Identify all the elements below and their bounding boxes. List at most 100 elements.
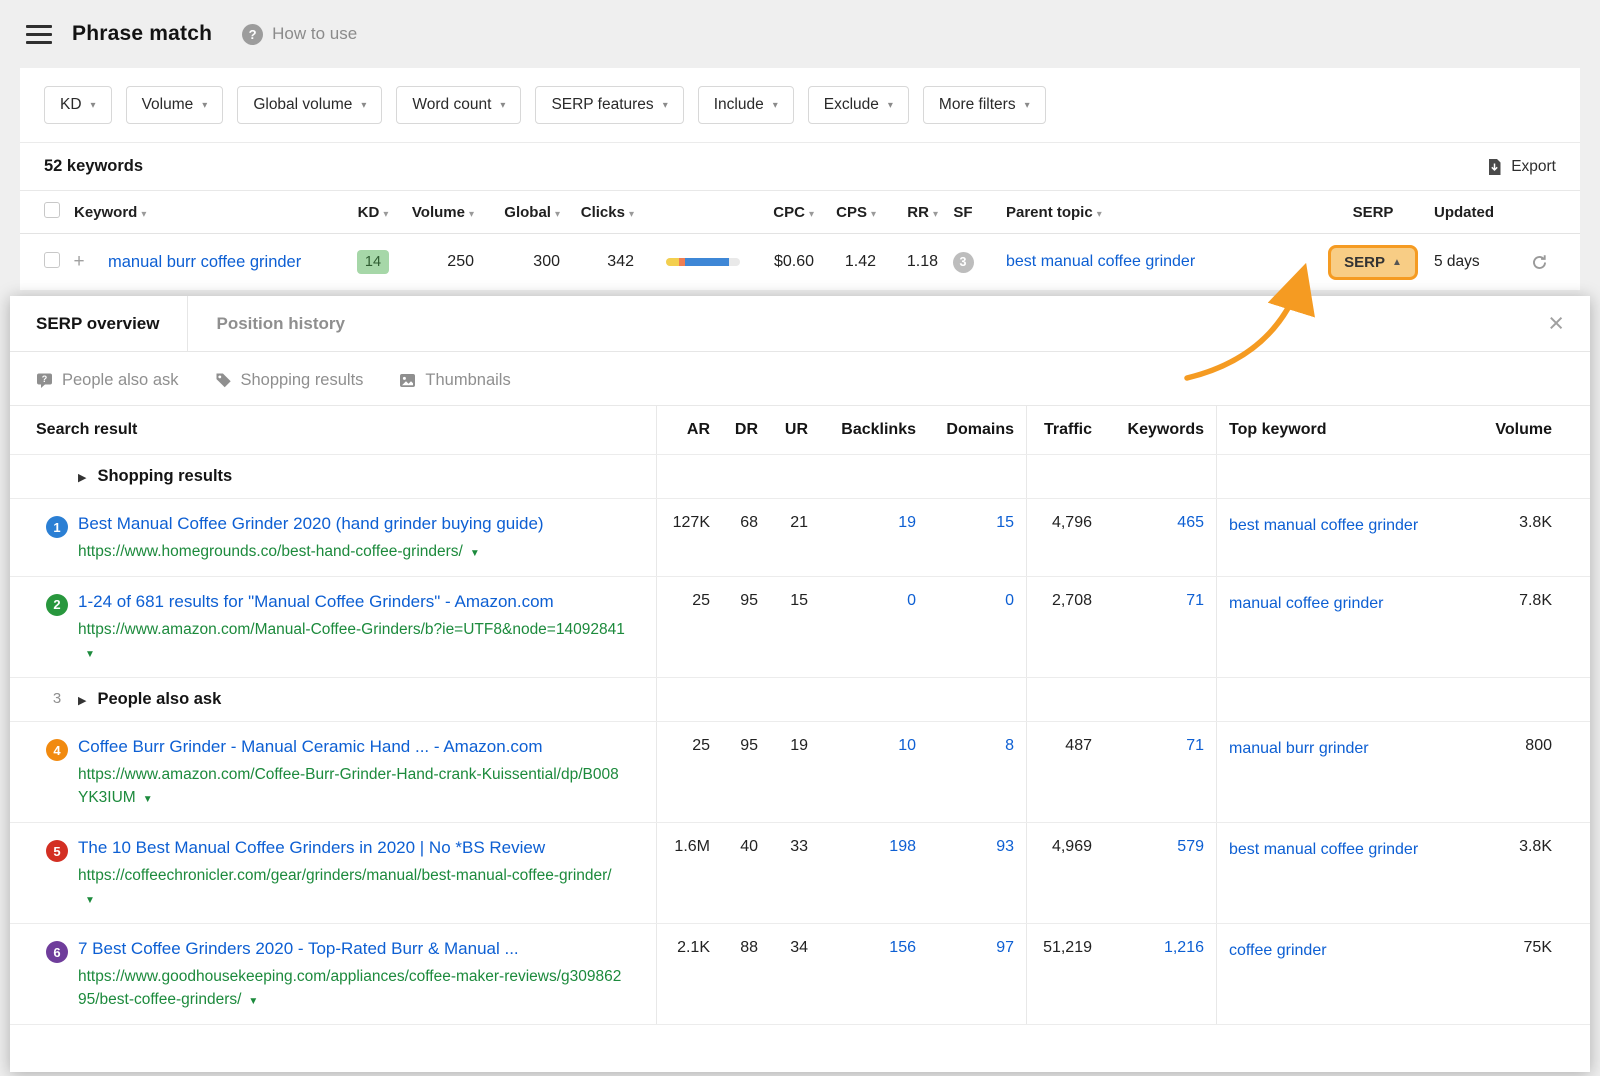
keywords-link[interactable]: 71: [1104, 722, 1216, 822]
filter-serp-features[interactable]: SERP features▾: [535, 86, 683, 124]
backlinks-link[interactable]: 156: [820, 924, 928, 1024]
column-serp-volume: Volume: [1478, 406, 1564, 454]
column-rr[interactable]: RR▾: [876, 204, 938, 221]
tab-serp-overview[interactable]: SERP overview: [36, 296, 188, 351]
backlinks-link[interactable]: 10: [820, 722, 928, 822]
domains-link[interactable]: 93: [928, 823, 1026, 923]
section-header-people-also-ask[interactable]: ▶People also ask: [78, 678, 656, 721]
traffic-value: 487: [1026, 722, 1104, 822]
top-keyword-cell: best manual coffee grinder: [1216, 823, 1478, 923]
toggle-label: People also ask: [62, 371, 179, 390]
column-sf[interactable]: SF: [938, 204, 988, 221]
top-keyword-link[interactable]: best manual coffee grinder: [1229, 514, 1418, 537]
toggle-shopping-results[interactable]: Shopping results: [215, 371, 364, 390]
serp-overview-panel: SERP overview Position history × ?People…: [10, 296, 1590, 1072]
toggle-label: Thumbnails: [425, 371, 510, 390]
export-button[interactable]: Export: [1487, 158, 1556, 176]
top-keyword-link[interactable]: manual coffee grinder: [1229, 592, 1383, 615]
domains-link[interactable]: 97: [928, 924, 1026, 1024]
section-label: Shopping results: [97, 467, 232, 485]
result-url: https://www.goodhousekeeping.com/applian…: [78, 965, 628, 1012]
keywords-table-header: Keyword▾ KD▾ Volume▾ Global▾ Clicks▾ CPC…: [20, 190, 1580, 234]
keywords-link[interactable]: 579: [1104, 823, 1216, 923]
column-parent-topic[interactable]: Parent topic▾: [988, 204, 1312, 221]
url-dropdown-icon[interactable]: ▼: [470, 548, 480, 559]
column-serp: SERP: [1312, 204, 1434, 221]
filter-kd[interactable]: KD▾: [44, 86, 112, 124]
select-all-checkbox[interactable]: [44, 202, 60, 218]
search-result-cell: Coffee Burr Grinder - Manual Ceramic Han…: [78, 722, 656, 822]
result-title-link[interactable]: The 10 Best Manual Coffee Grinders in 20…: [78, 838, 545, 857]
column-keywords: Keywords: [1104, 406, 1216, 454]
row-checkbox[interactable]: [44, 252, 60, 268]
filter-word-count[interactable]: Word count▾: [396, 86, 521, 124]
ar-value: 127K: [656, 499, 722, 576]
column-cps[interactable]: CPS▾: [814, 204, 876, 221]
column-cpc[interactable]: CPC▾: [740, 204, 814, 221]
filter-more-filters[interactable]: More filters▾: [923, 86, 1046, 124]
section-position: 3: [36, 678, 78, 721]
top-keyword-link[interactable]: manual burr grinder: [1229, 737, 1369, 760]
section-header-shopping-results[interactable]: ▶Shopping results: [78, 455, 656, 498]
keywords-card: KD▾Volume▾Global volume▾Word count▾SERP …: [20, 68, 1580, 290]
result-url: https://www.amazon.com/Coffee-Burr-Grind…: [78, 763, 628, 810]
serp-result-row-2: 21-24 of 681 results for "Manual Coffee …: [10, 577, 1590, 678]
filter-include[interactable]: Include▾: [698, 86, 794, 124]
filter-exclude[interactable]: Exclude▾: [808, 86, 909, 124]
domains-link[interactable]: 15: [928, 499, 1026, 576]
dr-value: 88: [722, 924, 770, 1024]
cps-value: 1.42: [814, 253, 876, 271]
domains-link[interactable]: 8: [928, 722, 1026, 822]
help-link[interactable]: How to use: [272, 24, 357, 44]
add-to-list-icon[interactable]: +: [64, 251, 94, 273]
serp-result-row-4: 4Coffee Burr Grinder - Manual Ceramic Ha…: [10, 722, 1590, 823]
top-keyword-link[interactable]: coffee grinder: [1229, 939, 1327, 962]
backlinks-link[interactable]: 19: [820, 499, 928, 576]
search-result-cell: Best Manual Coffee Grinder 2020 (hand gr…: [78, 499, 656, 576]
position-badge: 5: [46, 840, 68, 862]
tab-position-history[interactable]: Position history: [188, 296, 344, 351]
keyword-link[interactable]: manual burr coffee grinder: [94, 253, 346, 272]
serp-table-header: Search result AR DR UR Backlinks Domains…: [10, 405, 1590, 455]
search-result-cell: The 10 Best Manual Coffee Grinders in 20…: [78, 823, 656, 923]
toggle-people-also-ask[interactable]: ?People also ask: [36, 371, 179, 390]
serp-button[interactable]: SERP▲: [1328, 245, 1418, 280]
column-global[interactable]: Global▾: [474, 204, 560, 221]
refresh-icon[interactable]: [1522, 254, 1556, 271]
top-keyword-link[interactable]: best manual coffee grinder: [1229, 838, 1418, 861]
keywords-link[interactable]: 1,216: [1104, 924, 1216, 1024]
help-icon[interactable]: ?: [242, 24, 263, 45]
ur-value: 33: [770, 823, 820, 923]
keywords-link[interactable]: 465: [1104, 499, 1216, 576]
serp-result-row-1: 1Best Manual Coffee Grinder 2020 (hand g…: [10, 499, 1590, 577]
column-clicks[interactable]: Clicks▾: [560, 204, 634, 221]
keywords-link[interactable]: 71: [1104, 577, 1216, 677]
menu-icon[interactable]: [26, 25, 52, 44]
top-keyword-cell: coffee grinder: [1216, 924, 1478, 1024]
result-title-link[interactable]: Coffee Burr Grinder - Manual Ceramic Han…: [78, 737, 543, 756]
chevron-up-icon: ▲: [1392, 257, 1402, 268]
close-icon[interactable]: ×: [1548, 310, 1564, 337]
result-title-link[interactable]: 1-24 of 681 results for "Manual Coffee G…: [78, 592, 554, 611]
parent-topic-link[interactable]: best manual coffee grinder: [1006, 253, 1195, 270]
url-dropdown-icon[interactable]: ▼: [143, 794, 153, 805]
url-dropdown-icon[interactable]: ▼: [248, 996, 258, 1007]
volume-value: 250: [400, 253, 474, 271]
result-title-link[interactable]: Best Manual Coffee Grinder 2020 (hand gr…: [78, 514, 544, 533]
url-dropdown-icon[interactable]: ▼: [85, 895, 95, 906]
serp-features-badge[interactable]: 3: [953, 252, 974, 273]
filter-global-volume[interactable]: Global volume▾: [237, 86, 382, 124]
updated-value: 5 days: [1434, 253, 1522, 271]
toggle-thumbnails[interactable]: Thumbnails: [399, 371, 510, 390]
backlinks-link[interactable]: 198: [820, 823, 928, 923]
url-dropdown-icon[interactable]: ▼: [85, 649, 95, 660]
domains-link[interactable]: 0: [928, 577, 1026, 677]
filter-volume[interactable]: Volume▾: [126, 86, 224, 124]
column-kd[interactable]: KD▾: [346, 204, 400, 221]
column-volume[interactable]: Volume▾: [400, 204, 474, 221]
column-ar: AR: [656, 406, 722, 454]
backlinks-link[interactable]: 0: [820, 577, 928, 677]
column-keyword[interactable]: Keyword▾: [64, 204, 346, 221]
filter-bar: KD▾ Volume▾ Global volume▾ Word count▾ SERP …: [20, 68, 1580, 143]
result-title-link[interactable]: 7 Best Coffee Grinders 2020 - Top-Rated …: [78, 939, 519, 958]
